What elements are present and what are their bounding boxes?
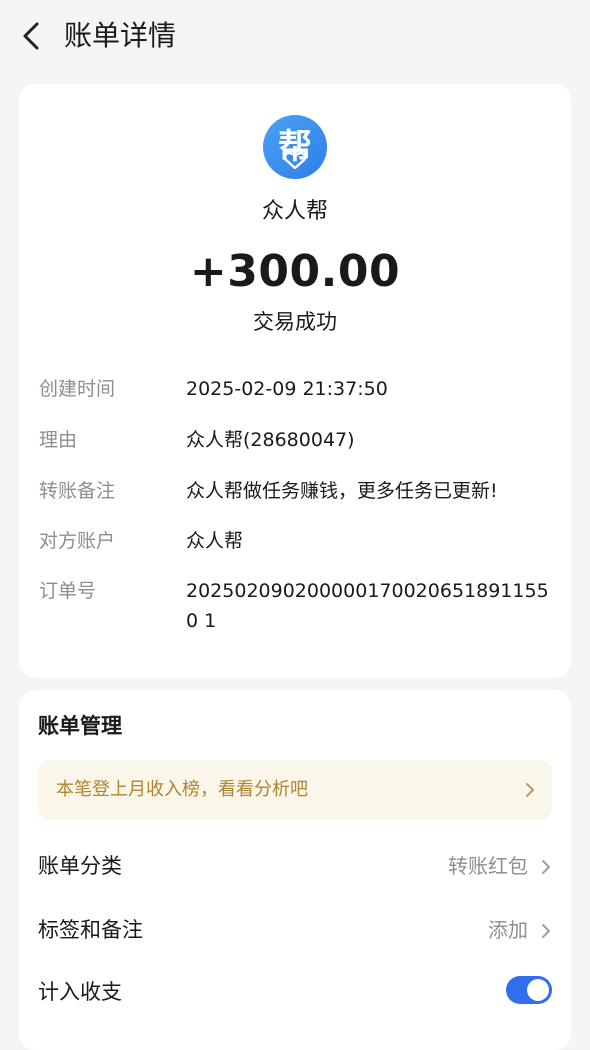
detail-row-remark: 转账备注 众人帮做任务赚钱，更多任务已更新! [39,476,559,510]
detail-label: 对方账户 [39,530,116,552]
section-title: 账单管理 [38,714,122,738]
tag-value: 添加 [488,918,528,942]
detail-row-order: 订单号 2025020902000001700206518911550 1 [39,576,559,640]
category-value: 转账红包 [448,854,528,878]
detail-label: 创建时间 [39,378,116,400]
merchant-logo: 帮 [262,114,328,180]
bill-management-card: 账单管理 本笔登上月收入榜，看看分析吧 账单分类 转账红包 标签和备注 添加 计… [19,690,571,1050]
detail-value: 众人帮 [186,530,244,552]
detail-row-reason: 理由 众人帮(28680047) [39,425,559,459]
income-ranking-banner[interactable]: 本笔登上月收入榜，看看分析吧 [38,760,552,820]
detail-label: 订单号 [39,580,97,602]
detail-row-counterparty: 对方账户 众人帮 [39,526,559,560]
detail-row-created: 创建时间 2025-02-09 21:37:50 [39,374,559,408]
detail-value: 众人帮做任务赚钱，更多任务已更新! [186,480,498,502]
toggle-knob [527,979,549,1001]
detail-value: 众人帮(28680047) [186,429,355,451]
header: 账单详情 [0,0,590,72]
transaction-amount: +300.00 [189,246,401,297]
count-in-budget-toggle[interactable] [506,976,552,1004]
back-button[interactable] [18,20,46,52]
detail-value: 2025-02-09 21:37:50 [186,378,388,400]
chevron-right-icon [542,924,550,938]
order-number[interactable]: 2025020902000001700206518911550 1 [186,576,558,636]
transaction-card: 帮 众人帮 +300.00 交易成功 创建时间 2025-02-09 21:37… [19,84,571,678]
chevron-left-icon [23,22,39,50]
merchant-name: 众人帮 [261,199,328,224]
setting-label: 账单分类 [38,854,122,878]
setting-label: 计入收支 [38,980,122,1004]
banner-text: 本笔登上月收入榜，看看分析吧 [56,779,308,800]
chevron-right-icon [526,783,534,797]
tags-notes-row[interactable]: 标签和备注 添加 [38,910,552,950]
detail-label: 理由 [39,429,78,451]
merchant-logo-icon: 帮 [263,115,327,179]
bill-category-row[interactable]: 账单分类 转账红包 [38,846,552,886]
count-in-budget-row: 计入收支 [38,972,552,1012]
chevron-right-icon [542,860,550,874]
transaction-status: 交易成功 [253,310,337,334]
detail-label: 转账备注 [39,480,116,502]
setting-label: 标签和备注 [38,918,143,942]
page-title: 账单详情 [64,19,177,52]
logo-text: 帮 [278,127,312,167]
